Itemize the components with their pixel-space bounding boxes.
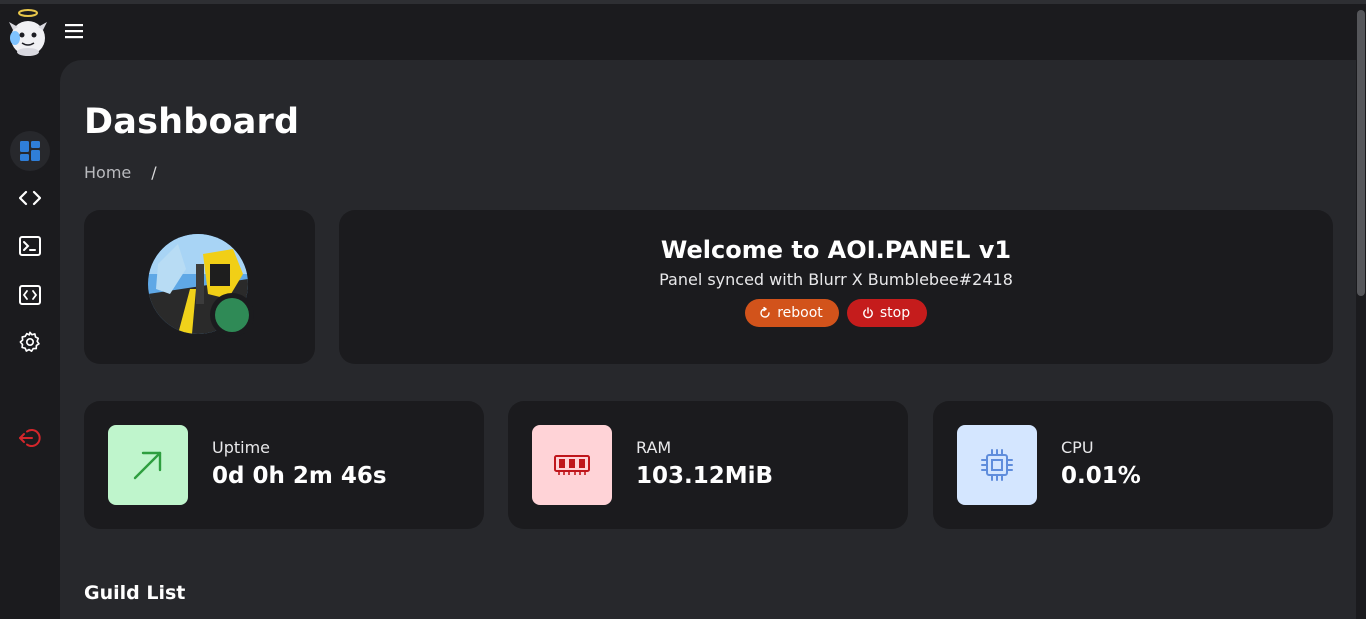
sidebar: [0, 60, 60, 619]
sidebar-item-terminal[interactable]: [10, 226, 50, 266]
ram-card: RAM 103.12MiB: [508, 401, 908, 529]
guild-list-title: Guild List: [84, 582, 186, 604]
terminal-icon: [19, 236, 41, 256]
gear-icon: [19, 331, 40, 352]
main-content: Dashboard Home / Welcome to AOI.PANEL v1 …: [60, 60, 1356, 619]
ram-value: 103.12MiB: [636, 463, 774, 489]
ram-label: RAM: [636, 438, 672, 457]
breadcrumb: Home /: [84, 163, 157, 182]
profile-card: [84, 210, 315, 364]
hamburger-menu-icon[interactable]: [64, 22, 84, 40]
cpu-label: CPU: [1061, 438, 1094, 457]
power-icon: [863, 307, 873, 319]
uptime-label: Uptime: [212, 438, 271, 457]
code-file-icon: [19, 285, 41, 305]
scrollbar-thumb[interactable]: [1357, 10, 1365, 296]
cpu-card: CPU 0.01%: [933, 401, 1333, 529]
stop-label: stop: [879, 305, 911, 321]
memory-icon: [554, 455, 590, 475]
dashboard-grid-icon: [20, 141, 40, 161]
uptime-card: Uptime 0d 0h 2m 46s: [84, 401, 484, 529]
breadcrumb-separator: /: [151, 163, 157, 182]
welcome-subtitle: Panel synced with Blurr X Bumblebee#2418: [659, 270, 1013, 289]
code-brackets-icon: [19, 190, 41, 206]
sidebar-item-settings[interactable]: [10, 322, 50, 362]
angel-bot-logo[interactable]: [6, 8, 50, 58]
online-status-indicator: [210, 293, 254, 337]
sidebar-item-code[interactable]: [10, 178, 50, 218]
cpu-chip-icon: [981, 449, 1013, 481]
stop-button[interactable]: stop: [847, 299, 927, 327]
ram-icon-box: [532, 425, 612, 505]
uptime-value: 0d 0h 2m 46s: [212, 463, 387, 489]
breadcrumb-home[interactable]: Home: [84, 163, 131, 182]
refresh-icon: [760, 307, 770, 318]
uptime-icon-box: [108, 425, 188, 505]
cpu-icon-box: [957, 425, 1037, 505]
welcome-card: Welcome to AOI.PANEL v1 Panel synced wit…: [339, 210, 1333, 364]
cpu-value: 0.01%: [1061, 463, 1141, 489]
sidebar-item-code-editor[interactable]: [10, 275, 50, 315]
reboot-label: reboot: [777, 305, 823, 321]
logout-icon: [19, 429, 41, 447]
sidebar-item-dashboard[interactable]: [10, 131, 50, 171]
trending-up-icon: [133, 451, 162, 480]
sidebar-item-logout[interactable]: [10, 418, 50, 458]
page-title: Dashboard: [84, 102, 300, 142]
welcome-title: Welcome to AOI.PANEL v1: [660, 236, 1012, 264]
top-bar: [0, 4, 1356, 60]
reboot-button[interactable]: reboot: [745, 299, 839, 327]
bot-controls: reboot stop: [339, 299, 1333, 327]
